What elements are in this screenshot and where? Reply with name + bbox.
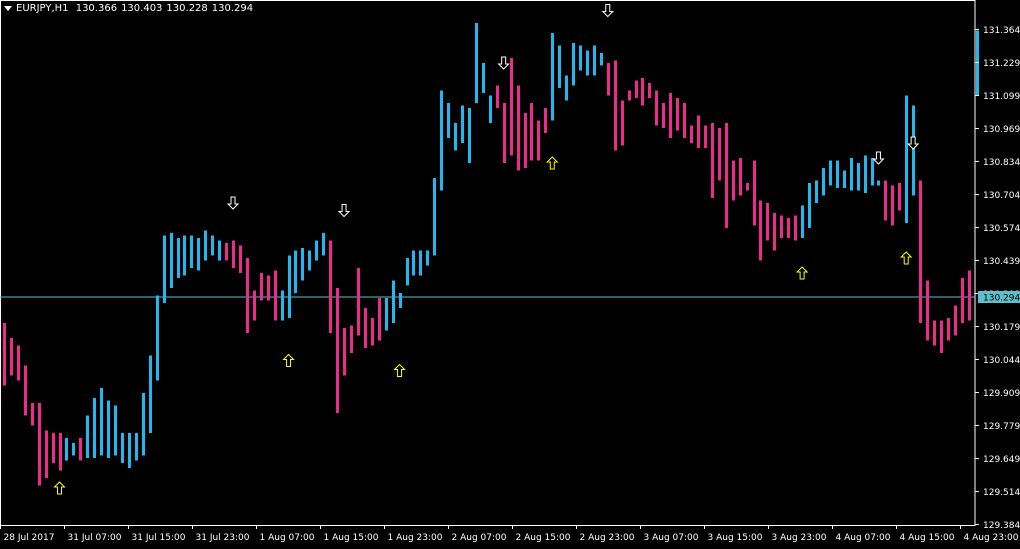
y-tick-label: 130.834 <box>983 158 1020 168</box>
y-tick-label: 129.384 <box>983 521 1020 531</box>
price-chart[interactable]: 131.364 131.229 131.099 130.969 130.834 130.7… <box>0 0 1020 549</box>
down-arrow-icon <box>906 136 920 150</box>
x-tick-label: 31 Jul 15:00 <box>132 533 186 543</box>
x-tick-label: 2 Aug 07:00 <box>452 533 507 543</box>
current-price-label: 130.294 <box>983 294 1020 304</box>
y-tick-label: 129.909 <box>983 389 1020 399</box>
down-arrow-icon <box>337 204 351 218</box>
x-tick-label: 31 Jul 23:00 <box>196 533 250 543</box>
down-arrow-icon <box>601 4 614 18</box>
price-axis: 131.364 131.229 131.099 130.969 130.834 130.7… <box>975 26 1020 531</box>
x-tick-label: 1 Aug 07:00 <box>260 533 315 543</box>
high-value: 130.403 <box>121 3 163 14</box>
x-tick-label: 2 Aug 15:00 <box>516 533 571 543</box>
x-tick-label: 1 Aug 23:00 <box>388 533 443 543</box>
y-tick-label: 129.514 <box>983 488 1020 498</box>
y-tick-label: 130.179 <box>983 323 1020 333</box>
y-tick-label: 130.574 <box>983 224 1020 234</box>
time-axis: 28 Jul 2017 31 Jul 07:00 31 Jul 15:00 31 Ju… <box>0 525 1019 543</box>
up-arrow-icon <box>795 266 809 280</box>
x-tick-label: 4 Aug 15:00 <box>900 533 955 543</box>
close-value: 130.294 <box>211 3 254 14</box>
chart-header: EURJPY,H1 130.366 130.403 130.228 130.294 <box>4 3 257 14</box>
y-tick-label: 130.704 <box>983 191 1020 201</box>
down-arrow-icon <box>872 151 885 165</box>
up-arrow-icon <box>899 251 913 265</box>
x-tick-label: 1 Aug 15:00 <box>324 533 379 543</box>
down-arrow-icon <box>226 196 240 210</box>
y-tick-label: 129.779 <box>983 422 1020 432</box>
plot-frame <box>0 0 976 526</box>
y-tick-label: 131.229 <box>983 59 1020 69</box>
down-arrow-icon <box>497 56 510 70</box>
open-value: 130.366 <box>75 3 118 14</box>
y-tick-label: 130.969 <box>983 125 1020 135</box>
x-tick-label: 4 Aug 07:00 <box>836 533 891 543</box>
x-tick-label: 2 Aug 23:00 <box>580 533 635 543</box>
x-tick-label: 3 Aug 07:00 <box>644 533 699 543</box>
y-tick-label: 131.364 <box>983 26 1020 36</box>
low-value: 130.228 <box>166 3 208 14</box>
x-tick-label: 28 Jul 2017 <box>4 533 55 543</box>
y-tick-label: 130.044 <box>983 356 1020 366</box>
collapse-triangle-icon[interactable] <box>4 5 12 11</box>
x-tick-label: 31 Jul 07:00 <box>68 533 122 543</box>
up-arrow-icon <box>393 363 406 377</box>
y-tick-label: 130.439 <box>983 257 1020 267</box>
x-tick-label: 3 Aug 15:00 <box>708 533 763 543</box>
x-tick-label: 3 Aug 23:00 <box>772 533 827 543</box>
y-tick-label: 129.649 <box>983 455 1020 465</box>
up-arrow-icon <box>53 481 66 495</box>
symbol-label: EURJPY,H1 <box>16 3 69 14</box>
y-tick-label: 131.099 <box>983 92 1020 102</box>
plot-area[interactable] <box>0 0 979 526</box>
up-arrow-icon <box>282 353 295 367</box>
x-tick-label: 4 Aug 23:00 <box>964 533 1019 543</box>
chart-window[interactable]: 131.364 131.229 131.099 130.969 130.834 130.7… <box>0 0 1020 549</box>
up-arrow-icon <box>546 156 559 170</box>
